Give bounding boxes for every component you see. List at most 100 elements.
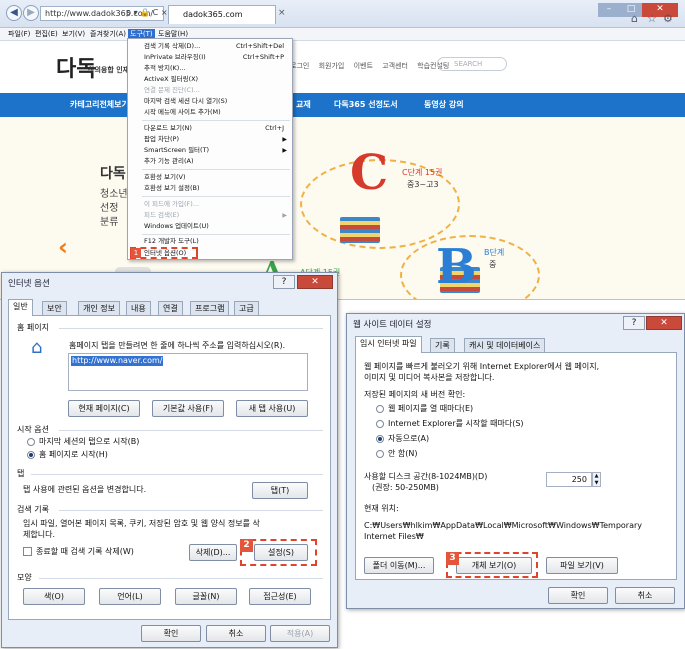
- minimize-icon[interactable]: –: [598, 3, 620, 17]
- tools-menu-item[interactable]: 시작 메뉴에 사이트 추가(M): [144, 107, 221, 118]
- tab-history[interactable]: 기록: [430, 338, 455, 353]
- tab-content[interactable]: 내용: [126, 301, 151, 316]
- section-startup: 시작 옵션: [17, 425, 49, 434]
- tools-menu-item[interactable]: InPrivate 브라우징(I): [144, 52, 206, 63]
- use-new-tab-button[interactable]: 새 탭 사용(U): [236, 400, 308, 417]
- nav-video-lectures[interactable]: 동영상 강의: [424, 99, 464, 110]
- forward-button[interactable]: ▶: [23, 5, 39, 21]
- browser-tab[interactable]: dadok365.com: [168, 5, 276, 24]
- delete-on-exit-checkbox[interactable]: [23, 547, 32, 556]
- menu-file[interactable]: 파일(F): [6, 29, 32, 40]
- link-support[interactable]: 고객센터: [382, 62, 408, 70]
- radio-label: Internet Explorer를 시작할 때마다(S): [388, 419, 524, 428]
- apply-button[interactable]: 적용(A): [270, 625, 330, 642]
- view-files-button[interactable]: 파일 보기(V): [546, 557, 618, 574]
- disk-space-stepper[interactable]: ▲ ▼: [592, 472, 601, 487]
- tools-menu-item[interactable]: 호환성 보기 설정(B): [144, 183, 200, 194]
- tools-menu-item[interactable]: Windows 업데이트(U): [144, 221, 209, 232]
- menu-favorites[interactable]: 즐겨찾기(A): [88, 29, 128, 40]
- colors-button[interactable]: 색(O): [23, 588, 85, 605]
- nav-selected-books[interactable]: 다독365 선정도서: [334, 99, 398, 110]
- cancel-button[interactable]: 취소: [615, 587, 675, 604]
- tools-menu-item[interactable]: ActiveX 필터링(X): [144, 74, 198, 85]
- disk-space-label: 사용할 디스크 공간(8-1024MB)(D): [364, 472, 488, 481]
- section-divider: [59, 328, 323, 329]
- move-folder-button[interactable]: 폴더 이동(M)...: [364, 557, 434, 574]
- menu-separator: [142, 196, 290, 197]
- nav-textbooks[interactable]: 교재: [296, 99, 311, 110]
- dialog-close-icon[interactable]: ✕: [297, 275, 333, 289]
- gear-icon[interactable]: ⚙: [663, 12, 673, 25]
- section-divider: [59, 510, 323, 511]
- radio-label: 홈 페이지로 시작(H): [39, 450, 108, 459]
- use-default-button[interactable]: 기본값 사용(F): [152, 400, 224, 417]
- hero-line: 분류: [100, 217, 119, 228]
- tools-menu-item[interactable]: 검색 기록 삭제(D)...: [144, 41, 200, 52]
- tools-menu-item[interactable]: 이 피드에 가입(F)...: [144, 199, 199, 210]
- tab-caches-databases[interactable]: 캐시 및 데이터베이스: [464, 338, 546, 353]
- tools-menu-item[interactable]: 호환성 보기(V): [144, 172, 186, 183]
- menu-edit[interactable]: 편집(E): [33, 29, 60, 40]
- ok-button[interactable]: 확인: [141, 625, 201, 642]
- tools-menu-item[interactable]: 추적 방지(K)...: [144, 63, 186, 74]
- tab-security[interactable]: 보안: [42, 301, 67, 316]
- radio-every-start[interactable]: [376, 420, 384, 428]
- site-search-input[interactable]: SEARCH: [437, 57, 507, 71]
- tools-menu-item[interactable]: F12 개발자 도구(L): [144, 236, 199, 247]
- section-browsing-history: 검색 기록: [17, 505, 49, 514]
- tab-connections[interactable]: 연결: [158, 301, 183, 316]
- grade-b-label: B단계: [484, 248, 505, 257]
- tab-advanced[interactable]: 고급: [234, 301, 259, 316]
- address-bar-area: ◀ ▶ http://www.dadok365.com/ ρ ▾ 🔒 C × d…: [0, 0, 685, 28]
- tools-menu-item[interactable]: 다운로드 보기(N): [144, 123, 192, 134]
- help-icon[interactable]: ?: [623, 316, 645, 330]
- ok-button[interactable]: 확인: [548, 587, 608, 604]
- tab-title: dadok365.com: [183, 10, 243, 19]
- use-current-button[interactable]: 현재 페이지(C): [68, 400, 140, 417]
- home-icon[interactable]: ⌂: [631, 12, 638, 25]
- carousel-prev-icon[interactable]: ‹: [58, 233, 68, 261]
- favorites-star-icon[interactable]: ☆: [647, 12, 657, 25]
- radio-automatically[interactable]: [376, 435, 384, 443]
- tab-temporary-files[interactable]: 임시 인터넷 파일: [355, 336, 422, 353]
- site-nav: 카테고리전체보기 교재 다독365 선정도서 동영상 강의: [0, 93, 685, 117]
- dialog-close-icon[interactable]: ✕: [646, 316, 682, 330]
- accessibility-button[interactable]: 접근성(E): [249, 588, 311, 605]
- delete-button[interactable]: 삭제(D)...: [189, 544, 237, 561]
- link-event[interactable]: 이벤트: [354, 62, 373, 70]
- internet-options-dialog: 인터넷 옵션 ? ✕ 일반 보안 개인 정보 내용 연결 프로그램 고급 홈 페…: [1, 272, 338, 648]
- tab-close-icon[interactable]: ×: [278, 8, 286, 18]
- tools-menu-item[interactable]: 피드 검색(E): [144, 210, 179, 221]
- radio-start-home-page[interactable]: [27, 451, 35, 459]
- help-icon[interactable]: ?: [273, 275, 295, 289]
- radio-every-visit[interactable]: [376, 405, 384, 413]
- tab-general[interactable]: 일반: [8, 299, 33, 316]
- radio-start-last-session[interactable]: [27, 438, 35, 446]
- menu-view[interactable]: 보기(V): [60, 29, 87, 40]
- tabs-button[interactable]: 탭(T): [252, 482, 308, 499]
- tools-menu-item[interactable]: 추가 기능 관리(A): [144, 156, 194, 167]
- languages-button[interactable]: 언어(L): [99, 588, 161, 605]
- tools-menu-item[interactable]: SmartScreen 필터(T): [144, 145, 209, 156]
- home-page-textarea[interactable]: http://www.naver.com/: [68, 353, 308, 391]
- highlight-box: [446, 552, 538, 578]
- tools-menu-item[interactable]: 마지막 검색 세션 다시 열기(S): [144, 96, 227, 107]
- menu-separator: [142, 169, 290, 170]
- current-location-label: 현재 위치:: [364, 504, 399, 513]
- tab-programs[interactable]: 프로그램: [190, 301, 230, 316]
- radio-never[interactable]: [376, 450, 384, 458]
- cancel-button[interactable]: 취소: [206, 625, 266, 642]
- url-controls[interactable]: ρ ▾ 🔒 C ×: [126, 8, 168, 17]
- tools-shortcut: Ctrl+Shift+Del: [235, 42, 284, 50]
- grade-b-letter: B: [436, 239, 477, 295]
- tools-menu-item[interactable]: 연결 문제 진단(C)...: [144, 85, 200, 96]
- section-divider: [31, 474, 323, 475]
- nav-categories[interactable]: 카테고리전체보기: [70, 99, 129, 110]
- back-button[interactable]: ◀: [6, 5, 22, 21]
- tab-privacy[interactable]: 개인 정보: [78, 301, 120, 316]
- grade-c-letter: C: [350, 145, 389, 201]
- link-signup[interactable]: 회원가입: [319, 62, 345, 70]
- fonts-button[interactable]: 글꼴(N): [175, 588, 237, 605]
- disk-space-input[interactable]: 250: [546, 472, 592, 487]
- tools-menu-item[interactable]: 팝업 차단(P): [144, 134, 179, 145]
